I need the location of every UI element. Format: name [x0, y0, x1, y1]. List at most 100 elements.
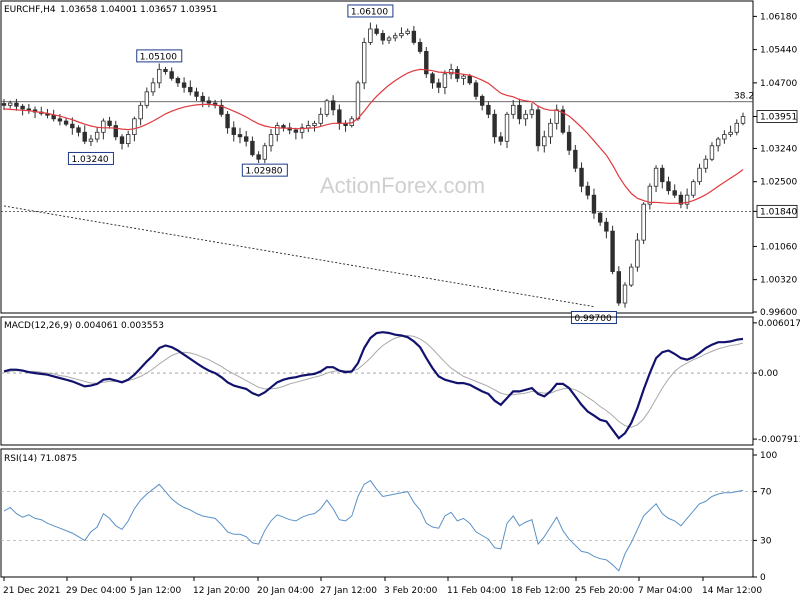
- price-axis-label: 1.02500: [760, 178, 797, 188]
- rsi-axis-label: 30: [760, 536, 772, 546]
- candle-body: [169, 71, 174, 79]
- candle-body: [635, 239, 640, 268]
- candle-body: [660, 167, 665, 183]
- fib-level-label: 38.2: [734, 92, 754, 102]
- candle-body: [107, 120, 112, 126]
- candle-body: [138, 104, 143, 120]
- candle-body: [82, 131, 87, 142]
- annotation-label: 1.06100: [351, 7, 388, 17]
- candle-body: [126, 134, 131, 144]
- candle-body: [1, 103, 7, 106]
- candle-body: [585, 185, 590, 196]
- candle-body: [554, 109, 559, 124]
- candle-body: [268, 134, 274, 147]
- candle-body: [355, 82, 361, 120]
- candle-body: [57, 118, 63, 122]
- candle-body: [629, 266, 634, 286]
- price-axis-label: 1.01840: [760, 207, 797, 217]
- candle-body: [113, 125, 118, 138]
- candle-body: [591, 194, 597, 214]
- candle-body: [691, 181, 696, 196]
- price-axis-label: 1.06180: [760, 12, 797, 22]
- candle-body: [181, 82, 187, 88]
- candle-body: [641, 203, 646, 241]
- candle-body: [386, 37, 392, 41]
- candle-body: [542, 136, 547, 147]
- candle-body: [436, 82, 441, 88]
- candle-body: [63, 120, 69, 125]
- candle-body: [231, 127, 236, 135]
- candle-body: [486, 104, 491, 115]
- eurchf-chart: EURCHF,H4 1.03658 1.04001 1.03657 1.0395…: [0, 0, 800, 600]
- candle-body: [672, 190, 677, 196]
- annotation-label: 0.99700: [574, 314, 611, 324]
- candle-body: [14, 102, 19, 107]
- candle-body: [728, 131, 733, 135]
- time-axis-label: 3 Feb 20:00: [384, 586, 438, 596]
- candle-body: [281, 125, 286, 129]
- candle-body: [473, 82, 479, 97]
- candle-body: [417, 42, 423, 52]
- candle-body: [76, 127, 81, 133]
- candle-body: [163, 68, 168, 73]
- candle-body: [206, 100, 212, 104]
- candle-body: [703, 158, 708, 169]
- candle-body: [734, 122, 739, 133]
- candle-body: [411, 30, 417, 43]
- candle-body: [479, 95, 485, 106]
- rsi-axis-label: 100: [760, 451, 777, 461]
- candle-body: [548, 122, 553, 138]
- candle-body: [330, 100, 336, 111]
- candle-body: [492, 113, 497, 138]
- candle-body: [511, 104, 516, 115]
- candle-body: [709, 145, 715, 160]
- time-axis-label: 29 Dec 04:00: [66, 586, 127, 596]
- candle-body: [119, 136, 125, 144]
- annotation-label: 1.02980: [245, 167, 282, 177]
- candle-body: [26, 108, 32, 111]
- price-axis-label: 1.00320: [760, 276, 797, 286]
- rsi-axis-label: 0: [760, 573, 766, 583]
- candle-body: [498, 136, 504, 142]
- candle-body: [697, 167, 702, 183]
- candle-body: [399, 33, 404, 37]
- time-axis-label: 5 Jan 12:00: [130, 586, 182, 596]
- candle-body: [610, 230, 615, 272]
- time-axis-label: 7 Mar 04:00: [638, 586, 693, 596]
- candle-body: [442, 73, 448, 88]
- candle-body: [88, 138, 94, 142]
- annotation-label: 1.05100: [140, 52, 177, 62]
- candle-body: [461, 75, 466, 79]
- candle-body: [517, 104, 522, 120]
- candle-body: [467, 75, 472, 84]
- candle-body: [101, 120, 106, 133]
- candle-body: [243, 136, 249, 142]
- candle-body: [405, 30, 410, 34]
- candle-body: [70, 123, 75, 129]
- candle-body: [144, 91, 150, 106]
- macd-axis-label: -0.007911: [758, 435, 800, 445]
- candle-body: [579, 167, 584, 187]
- price-axis-label: 1.05440: [760, 46, 797, 56]
- time-axis-label: 21 Dec 2021: [3, 586, 61, 596]
- candle-body: [393, 35, 398, 39]
- candle-body: [715, 138, 721, 147]
- candle-body: [250, 140, 255, 156]
- candle-body: [616, 271, 621, 304]
- candle-body: [275, 125, 280, 135]
- time-axis-label: 14 Mar 12:00: [702, 586, 762, 596]
- time-axis-label: 11 Feb 04:00: [447, 586, 506, 596]
- candle-body: [523, 113, 528, 120]
- time-axis-label: 25 Feb 20:00: [575, 586, 634, 596]
- candle-body: [622, 284, 628, 304]
- candle-body: [312, 122, 317, 126]
- candle-body: [337, 109, 342, 124]
- price-axis-label: 1.03240: [760, 144, 797, 154]
- candle-body: [188, 86, 193, 93]
- candle-body: [666, 181, 671, 192]
- candle-body: [51, 114, 56, 120]
- candle-body: [293, 129, 299, 133]
- candle-body: [597, 212, 603, 223]
- candle-body: [8, 102, 13, 106]
- candle-body: [194, 91, 199, 97]
